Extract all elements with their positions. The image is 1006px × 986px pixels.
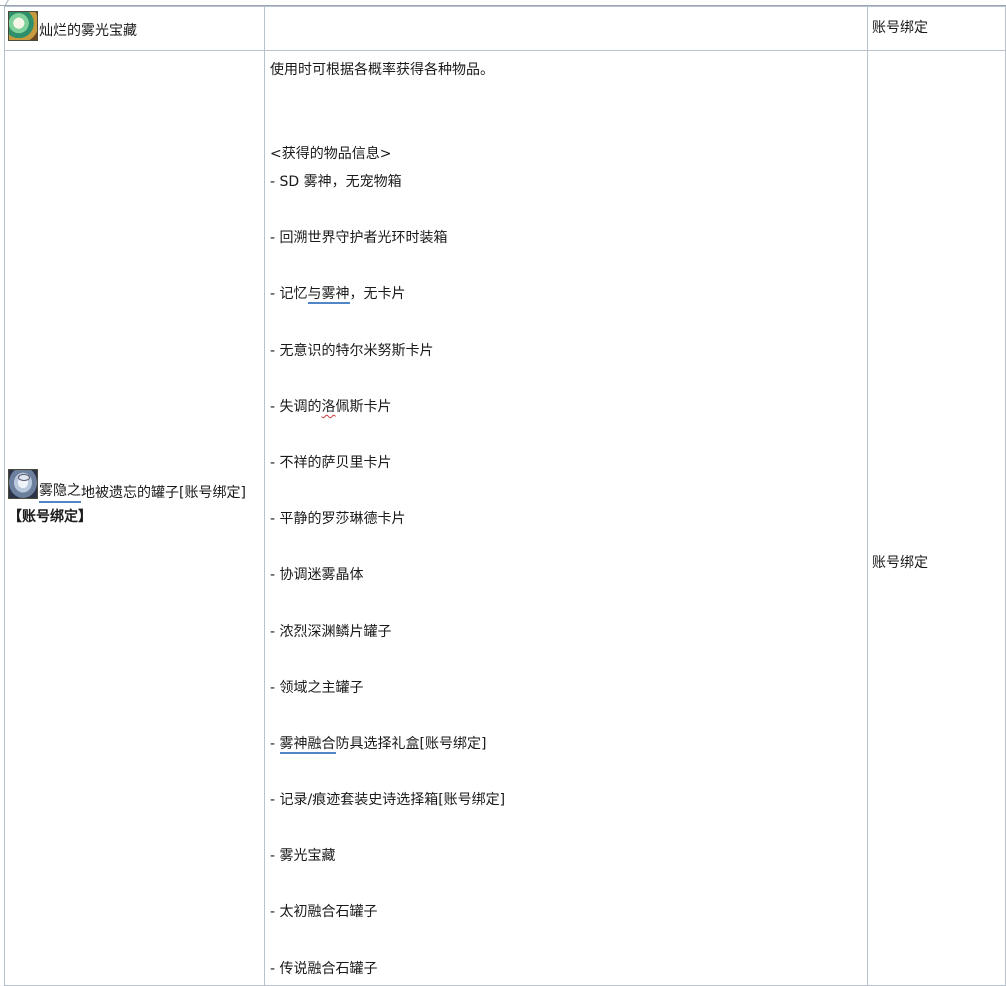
list-item: - 协调迷雾晶体 [270,567,364,584]
list-item: - 记录/痕迹套装史诗选择箱[账号绑定] [270,792,506,809]
binding-text: 账号绑定 [872,555,928,571]
item-name-cell: 灿烂的雾光宝藏 [4,6,265,51]
spellcheck-mark: 洛 [321,398,336,415]
item-bind-tag: 【账号绑定】 [8,509,92,525]
list-item: - 回溯世界守护者光环时装箱 [270,230,448,247]
proofing-underline: 与雾神 [307,286,350,305]
list-item: - 雾神融合防具选择礼盒[账号绑定] [270,735,487,754]
item-name-cell: 雾隐之 地被遗忘的罐子[账号绑定] 【账号绑定】 [4,50,265,986]
list-item: - 平静的罗莎琳德卡片 [270,511,406,528]
table-row: 灿烂的雾光宝藏 账号绑定 [4,6,1006,51]
proofing-underline: 雾神融合 [279,735,336,754]
item-name: 雾隐之 地被遗忘的罐子[账号绑定] 【账号绑定】 [8,469,264,531]
list-item: - SD 雾神，无宠物箱 [270,174,402,190]
list-item: - 雾光宝藏 [270,848,336,865]
item-name-text: 灿烂的雾光宝藏 [39,23,137,39]
list-item: - 领域之主罐子 [270,679,364,696]
item-table: 灿烂的雾光宝藏 账号绑定 雾隐之 地被遗忘的罐子[账号绑定] 【账号绑定】 使用时… [4,6,1006,986]
list-item: - 太初融合石罐子 [270,904,378,921]
item-name-part2: 地被遗忘的罐子[账号绑定] [81,485,246,501]
binding-text: 账号绑定 [872,20,928,36]
misty-jar-icon [8,469,38,499]
item-name: 灿烂的雾光宝藏 [8,11,137,41]
corner-mark [0,0,11,5]
binding-cell: 账号绑定 [867,6,1006,51]
treasure-box-icon [8,11,38,41]
list-item: - 不祥的萨贝里卡片 [270,454,392,471]
item-name-part1: 雾隐之 [39,481,81,503]
table-row: 雾隐之 地被遗忘的罐子[账号绑定] 【账号绑定】 使用时可根据各概率获得各种物品。… [4,50,1006,986]
description-cell [264,6,868,51]
obtainable-items-list: - SD 雾神，无宠物箱 - 回溯世界守护者光环时装箱 - 记忆与雾神，无卡片 - 无… [270,172,860,979]
list-item: - 无意识的特尔米努斯卡片 [270,342,434,359]
list-item: - 记忆与雾神，无卡片 [270,286,406,305]
obtainable-items-header: <获得的物品信息> [270,146,392,162]
list-item: - 浓烈深渊鳞片罐子 [270,623,392,640]
description-intro: 使用时可根据各概率获得各种物品。 [270,62,494,78]
list-item: - 传说融合石罐子 [270,960,378,977]
binding-cell: 账号绑定 [867,50,1006,986]
item-description: 使用时可根据各概率获得各种物品。 <获得的物品信息> - SD 雾神，无宠物箱 -… [270,60,860,979]
description-cell: 使用时可根据各概率获得各种物品。 <获得的物品信息> - SD 雾神，无宠物箱 -… [264,50,868,986]
list-item: - 失调的洛佩斯卡片 [270,398,392,415]
